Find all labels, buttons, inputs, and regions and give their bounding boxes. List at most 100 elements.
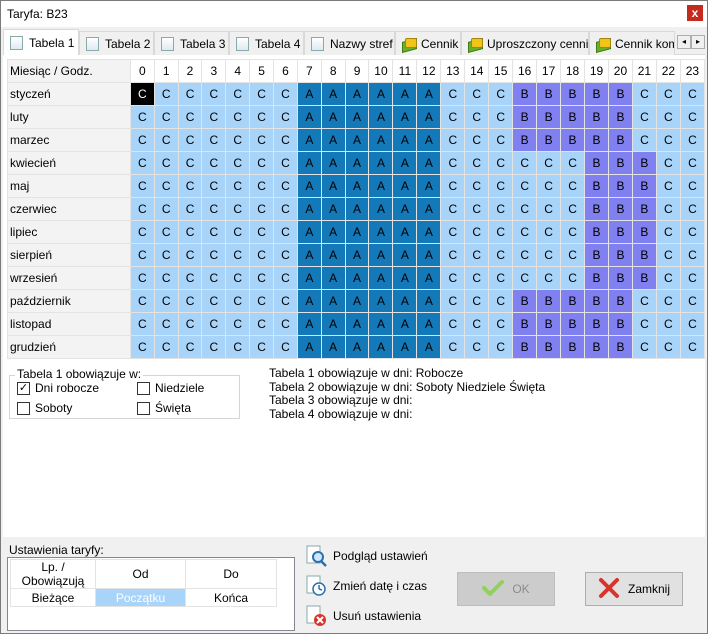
zone-cell[interactable]: C — [177, 105, 203, 129]
tab-tabela-4[interactable]: Tabela 4 — [229, 31, 304, 55]
zone-cell[interactable]: C — [512, 220, 538, 244]
zone-cell[interactable]: C — [129, 197, 155, 221]
zone-cell[interactable]: C — [679, 128, 706, 152]
zone-cell[interactable]: C — [225, 151, 251, 175]
zone-cell[interactable]: C — [249, 197, 275, 221]
zone-cell[interactable]: A — [392, 243, 418, 267]
zone-cell[interactable]: A — [344, 243, 370, 267]
zone-cell[interactable]: C — [536, 243, 562, 267]
zone-cell[interactable]: C — [488, 128, 514, 152]
zone-cell[interactable]: C — [488, 335, 514, 359]
zone-cell[interactable]: A — [368, 335, 394, 359]
zone-cell[interactable]: C — [488, 266, 514, 290]
settings-row[interactable]: Bieżące Początku Końca — [10, 588, 277, 607]
checkbox-niedziele[interactable]: Niedziele — [137, 381, 204, 395]
zone-cell[interactable]: C — [655, 312, 681, 336]
zone-cell[interactable]: C — [464, 266, 490, 290]
zone-cell[interactable]: C — [679, 335, 706, 359]
zone-cell[interactable]: C — [536, 220, 562, 244]
zone-cell[interactable]: A — [320, 335, 346, 359]
zone-cell[interactable]: A — [392, 197, 418, 221]
close-icon[interactable]: x — [687, 5, 703, 21]
zone-cell[interactable]: B — [631, 220, 657, 244]
zone-cell[interactable]: B — [631, 197, 657, 221]
zone-cell[interactable]: B — [512, 105, 538, 129]
zone-cell[interactable]: B — [607, 243, 633, 267]
zone-cell[interactable]: C — [153, 151, 179, 175]
zone-cell[interactable]: C — [129, 312, 155, 336]
zone-cell[interactable]: B — [536, 289, 562, 313]
zone-cell[interactable]: C — [129, 128, 155, 152]
zone-cell[interactable]: A — [320, 82, 346, 106]
zone-cell[interactable]: C — [273, 128, 298, 152]
zone-cell[interactable]: C — [464, 82, 490, 106]
zone-cell[interactable]: B — [607, 197, 633, 221]
zone-cell[interactable]: A — [296, 243, 322, 267]
zone-cell[interactable]: A — [368, 220, 394, 244]
zone-cell[interactable]: A — [392, 82, 418, 106]
zone-cell[interactable]: B — [536, 105, 562, 129]
zone-cell[interactable]: B — [512, 289, 538, 313]
zone-cell[interactable]: A — [368, 82, 394, 106]
zone-cell[interactable]: C — [153, 128, 179, 152]
settings-column-header[interactable]: Do — [185, 559, 277, 589]
zone-cell[interactable]: B — [631, 151, 657, 175]
zone-cell[interactable]: A — [344, 105, 370, 129]
checkbox-box[interactable] — [137, 381, 150, 395]
zone-cell[interactable]: C — [273, 105, 298, 129]
zone-cell[interactable]: C — [464, 105, 490, 129]
zone-cell[interactable]: A — [368, 151, 394, 175]
zone-cell[interactable]: B — [560, 335, 586, 359]
zone-cell[interactable]: B — [607, 266, 633, 290]
zone-cell[interactable]: C — [440, 243, 466, 267]
zone-cell[interactable]: C — [679, 197, 706, 221]
zone-cell[interactable]: C — [129, 266, 155, 290]
tab-nazwy-stref[interactable]: Nazwy stref — [304, 31, 395, 55]
zone-cell[interactable]: B — [584, 220, 609, 244]
settings-cell[interactable]: Końca — [185, 588, 277, 607]
zone-cell[interactable]: C — [512, 151, 538, 175]
zone-cell[interactable]: C — [679, 151, 706, 175]
zone-cell[interactable]: C — [225, 335, 251, 359]
zone-cell[interactable]: A — [344, 151, 370, 175]
zone-cell[interactable]: A — [344, 128, 370, 152]
zone-cell[interactable]: C — [201, 105, 227, 129]
zone-cell[interactable]: C — [249, 335, 275, 359]
zone-cell[interactable]: C — [177, 151, 203, 175]
zone-cell[interactable]: C — [177, 335, 203, 359]
zone-cell[interactable]: C — [177, 266, 203, 290]
zone-cell[interactable]: C — [129, 289, 155, 313]
zone-cell[interactable]: C — [273, 266, 298, 290]
settings-cell[interactable]: Początku — [95, 588, 186, 607]
zone-cell[interactable]: C — [440, 197, 466, 221]
zone-cell[interactable]: C — [679, 243, 706, 267]
zone-cell[interactable]: A — [344, 174, 370, 198]
zone-cell[interactable]: B — [631, 243, 657, 267]
tab-uproszczony-cennik[interactable]: Uproszczony cennik — [461, 31, 589, 55]
zone-cell[interactable]: C — [249, 220, 275, 244]
zone-cell[interactable]: C — [249, 151, 275, 175]
zone-cell[interactable]: A — [344, 82, 370, 106]
zone-cell[interactable]: B — [560, 312, 586, 336]
zone-cell[interactable]: B — [607, 335, 633, 359]
zone-cell[interactable]: A — [392, 151, 418, 175]
zone-cell[interactable]: C — [631, 312, 657, 336]
zone-cell[interactable]: C — [225, 243, 251, 267]
zone-cell[interactable]: C — [679, 82, 706, 106]
zone-cell[interactable]: C — [201, 312, 227, 336]
settings-column-header[interactable]: Od — [95, 559, 186, 589]
zone-cell[interactable]: B — [584, 151, 609, 175]
zone-cell[interactable]: A — [416, 128, 442, 152]
zone-cell[interactable]: C — [273, 335, 298, 359]
zone-cell[interactable]: C — [512, 243, 538, 267]
zone-cell[interactable]: C — [560, 197, 586, 221]
zone-cell[interactable]: C — [440, 151, 466, 175]
zone-cell[interactable]: A — [296, 289, 322, 313]
zone-cell[interactable]: C — [488, 312, 514, 336]
zone-cell[interactable]: C — [129, 174, 155, 198]
zone-cell[interactable]: A — [392, 174, 418, 198]
zone-cell[interactable]: A — [416, 197, 442, 221]
zone-cell[interactable]: C — [177, 220, 203, 244]
zone-cell[interactable]: C — [536, 174, 562, 198]
zone-cell[interactable]: A — [296, 151, 322, 175]
